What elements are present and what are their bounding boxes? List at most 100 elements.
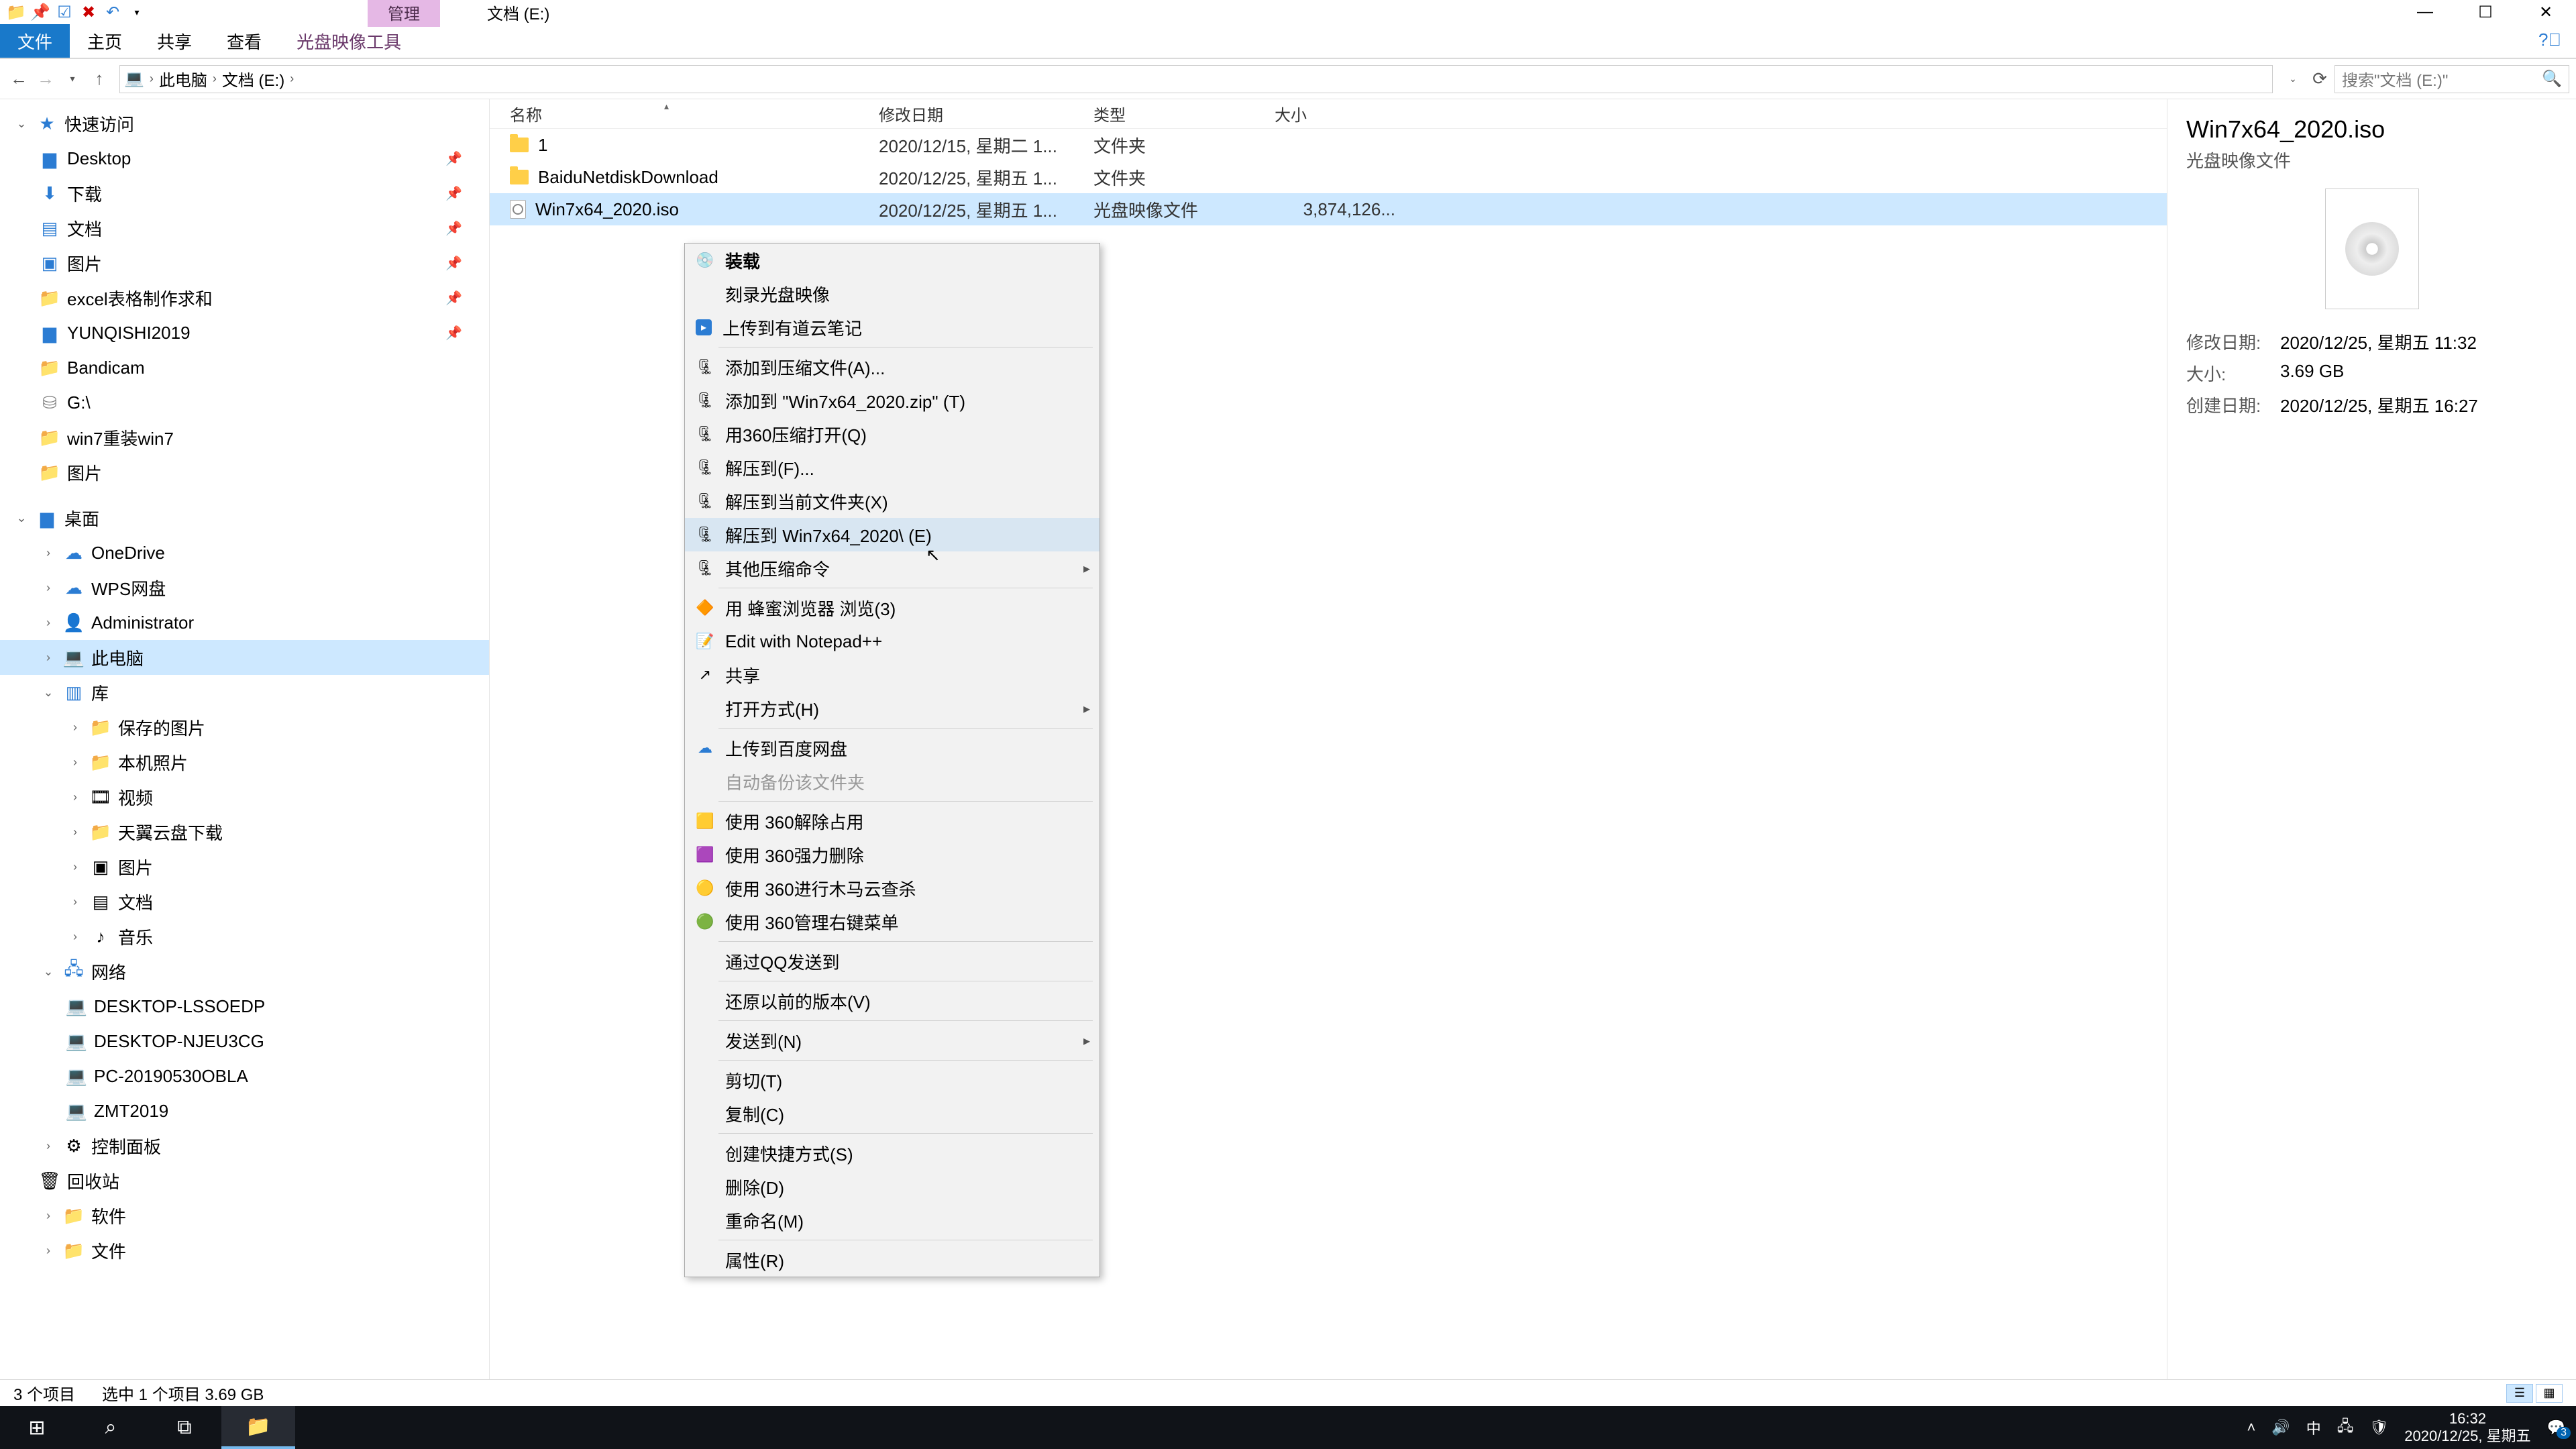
chevron-right-icon[interactable]: › [67,720,83,735]
col-type[interactable]: 类型 [1093,102,1275,125]
tab-share[interactable]: 共享 [140,24,209,58]
file-row[interactable]: BaiduNetdiskDownload 2020/12/25, 星期五 1..… [490,161,2167,193]
tree-item[interactable]: ⛁G:\ [0,385,489,420]
search-icon[interactable]: 🔍 [2542,69,2562,89]
taskbar-explorer[interactable]: 📁 [221,1406,295,1449]
search-input[interactable]: 搜索"文档 (E:)" 🔍 [2334,65,2569,93]
ctx-rename[interactable]: 重命名(M) [685,1203,1099,1237]
ctx-create-shortcut[interactable]: 创建快捷方式(S) [685,1136,1099,1170]
chevron-right-icon[interactable]: › [40,1209,56,1223]
tree-item[interactable]: 📁win7重装win7 [0,420,489,455]
tree-item[interactable]: 💻DESKTOP-NJEU3CG [0,1024,489,1059]
tree-downloads[interactable]: ⬇下载📌 [0,176,489,211]
ctx-open-with[interactable]: 打开方式(H)▸ [685,692,1099,725]
tree-item[interactable]: 📁excel表格制作求和📌 [0,280,489,315]
tree-onedrive[interactable]: ›☁OneDrive [0,535,489,570]
breadcrumb-root[interactable]: 此电脑 [159,67,207,91]
tab-disc-image-tools[interactable]: 光盘映像工具 [279,24,419,58]
col-date[interactable]: 修改日期 [879,102,1093,125]
chevron-right-icon[interactable]: › [67,825,83,839]
tree-item[interactable]: 💻DESKTOP-LSSOEDP [0,989,489,1024]
tree-item[interactable]: ›📁软件 [0,1198,489,1233]
qat-delete-icon[interactable]: ✖ [79,3,98,21]
tree-admin[interactable]: ›👤Administrator [0,605,489,640]
start-button[interactable]: ⊞ [0,1406,74,1449]
task-view-button[interactable]: ⧉ [148,1406,221,1449]
tree-item[interactable]: 📁Bandicam [0,350,489,385]
tree-recycle[interactable]: 🗑回收站 [0,1163,489,1198]
chevron-right-icon[interactable]: › [290,72,294,86]
ctx-bee-browser[interactable]: 🔶用 蜂蜜浏览器 浏览(3) [685,591,1099,625]
ctx-notepadpp[interactable]: 📝Edit with Notepad++ [685,625,1099,658]
view-thumbnails-button[interactable]: ▦ [2536,1384,2563,1403]
chevron-right-icon[interactable]: › [67,895,83,909]
ctx-add-zip[interactable]: 🗜添加到 "Win7x64_2020.zip" (T) [685,384,1099,417]
ctx-burn[interactable]: 刻录光盘映像 [685,277,1099,311]
tray-volume-icon[interactable]: 🔊 [2271,1419,2290,1436]
tab-home[interactable]: 主页 [70,24,140,58]
search-button[interactable]: ⌕ [74,1406,148,1449]
ctx-360-force-delete[interactable]: 🟪使用 360强力删除 [685,838,1099,871]
ctx-share[interactable]: ↗共享 [685,658,1099,692]
chevron-right-icon[interactable]: › [40,616,56,630]
ctx-youdao[interactable]: ▸上传到有道云笔记 [685,311,1099,344]
back-button[interactable]: ← [7,67,31,91]
qat-pin-icon[interactable]: 📌 [31,3,50,21]
file-row[interactable]: 1 2020/12/15, 星期二 1... 文件夹 [490,129,2167,161]
ctx-send-to[interactable]: 发送到(N)▸ [685,1024,1099,1057]
tree-item[interactable]: 📁图片 [0,455,489,490]
ctx-extract-here[interactable]: 🗜解压到当前文件夹(X) [685,484,1099,518]
chevron-right-icon[interactable]: › [67,755,83,769]
tree-documents[interactable]: ▤文档📌 [0,211,489,246]
ctx-360-unlock[interactable]: 🟨使用 360解除占用 [685,804,1099,838]
chevron-right-icon[interactable]: › [40,546,56,560]
chevron-down-icon[interactable]: ⌄ [13,511,30,525]
tree-item[interactable]: 💻ZMT2019 [0,1093,489,1128]
ctx-delete[interactable]: 删除(D) [685,1170,1099,1203]
chevron-right-icon[interactable]: › [213,72,217,86]
qat-undo-icon[interactable]: ↶ [103,3,122,21]
tree-quick-access[interactable]: ⌄★快速访问 [0,106,489,141]
tree-wps[interactable]: ›☁WPS网盘 [0,570,489,605]
ctx-baidu[interactable]: ☁上传到百度网盘 [685,731,1099,765]
ctx-extract-to[interactable]: 🗜解压到(F)... [685,451,1099,484]
tree-item[interactable]: 💻PC-20190530OBLA [0,1059,489,1093]
tree-libraries[interactable]: ⌄▥库 [0,675,489,710]
chevron-right-icon[interactable]: › [67,930,83,944]
col-size[interactable]: 大小 [1275,102,1409,125]
tray-security-icon[interactable]: 🛡 [2369,1419,2388,1436]
up-button[interactable]: ↑ [87,67,111,91]
minimize-button[interactable]: — [2395,0,2455,24]
tree-desktop[interactable]: ▆Desktop📌 [0,141,489,176]
ctx-add-archive[interactable]: 🗜添加到压缩文件(A)... [685,350,1099,384]
ctx-360-trojan-scan[interactable]: 🟡使用 360进行木马云查杀 [685,871,1099,905]
forward-button[interactable]: → [34,67,58,91]
ctx-copy[interactable]: 复制(C) [685,1097,1099,1130]
file-row-selected[interactable]: Win7x64_2020.iso 2020/12/25, 星期五 1... 光盘… [490,193,2167,225]
help-icon[interactable]: ?⃝ [2538,30,2561,50]
tree-item[interactable]: ›📁本机照片 [0,745,489,780]
tree-this-pc[interactable]: ›💻此电脑 [0,640,489,675]
breadcrumb-location[interactable]: 文档 (E:) [222,67,284,91]
qat-check-icon[interactable]: ☑ [55,3,74,21]
tree-item[interactable]: ›📁保存的图片 [0,710,489,745]
breadcrumb-history-dropdown[interactable]: ⌄ [2281,67,2305,91]
chevron-right-icon[interactable]: › [150,72,154,86]
ctx-cut[interactable]: 剪切(T) [685,1063,1099,1097]
ctx-extract-folder[interactable]: 🗜解压到 Win7x64_2020\ (E) [685,518,1099,551]
chevron-right-icon[interactable]: › [40,1244,56,1258]
tree-item[interactable]: ›▣图片 [0,849,489,884]
tray-clock[interactable]: 16:32 2020/12/25, 星期五 [2404,1410,2530,1446]
tray-network-icon[interactable]: 🖧 [2337,1415,2354,1440]
ctx-properties[interactable]: 属性(R) [685,1243,1099,1277]
ctx-open-360zip[interactable]: 🗜用360压缩打开(Q) [685,417,1099,451]
tray-notifications-icon[interactable]: 💬 [2547,1419,2565,1436]
chevron-right-icon[interactable]: › [67,790,83,804]
tree-item[interactable]: ▆YUNQISHI2019📌 [0,315,489,350]
tree-item[interactable]: ›📁天翼云盘下载 [0,814,489,849]
chevron-down-icon[interactable]: ⌄ [40,686,56,700]
maximize-button[interactable]: ☐ [2455,0,2516,24]
ctx-other-compress[interactable]: 🗜其他压缩命令▸ [685,551,1099,585]
chevron-right-icon[interactable]: › [40,651,56,665]
tree-control-panel[interactable]: ›⚙控制面板 [0,1128,489,1163]
